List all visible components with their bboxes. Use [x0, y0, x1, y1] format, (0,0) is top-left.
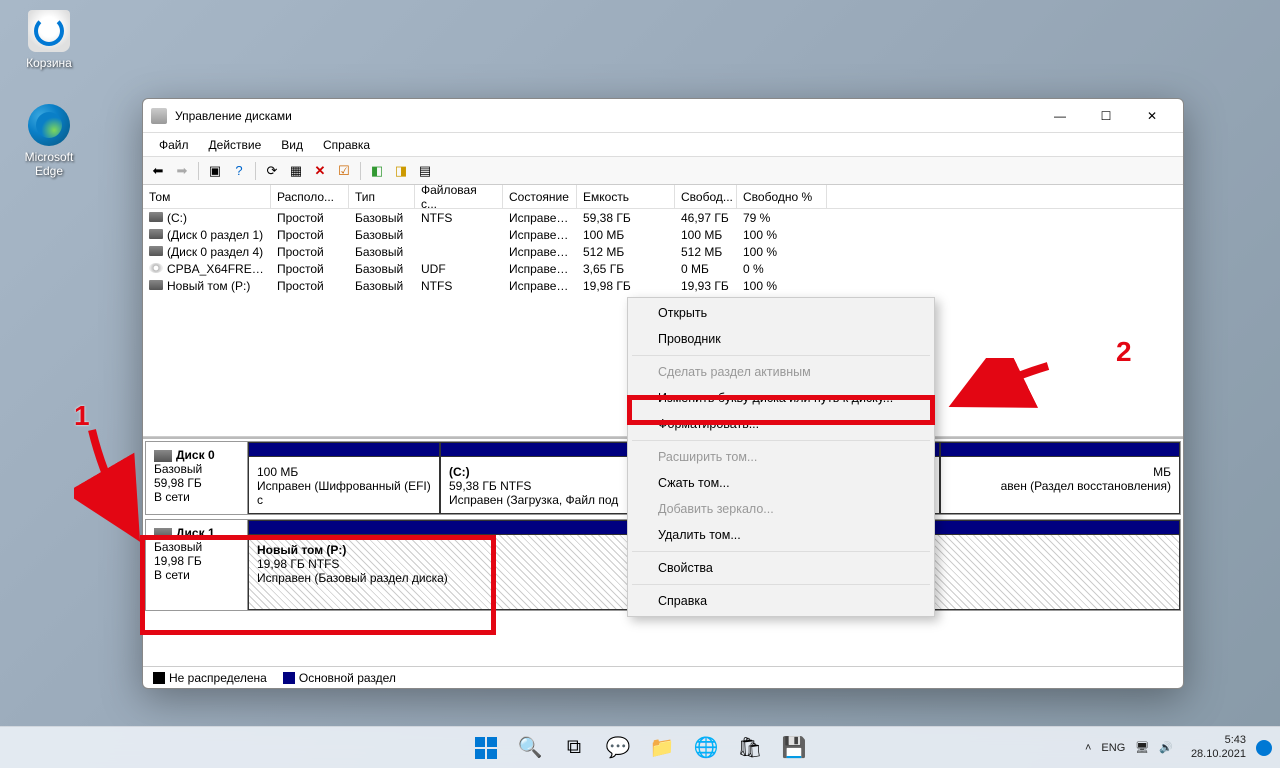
legend: Не распределена Основной раздел	[143, 666, 1183, 688]
col-capacity[interactable]: Емкость	[577, 185, 675, 208]
tool-b-button[interactable]: ◨	[390, 160, 412, 182]
disk-icon	[154, 528, 172, 540]
clock[interactable]: 5:43 28.10.2021	[1191, 734, 1246, 762]
menu-view[interactable]: Вид	[271, 134, 313, 156]
menu-help[interactable]: Справка	[313, 134, 380, 156]
toolbar: ⬅ ➡ ▣ ? ⟳ ▦ ✕ ☑ ◧ ◨ ▤	[143, 157, 1183, 185]
desktop-recycle-bin[interactable]: Корзина	[14, 10, 84, 70]
disk0-partition-1[interactable]: 100 МБИсправен (Шифрованный (EFI) с	[248, 442, 440, 514]
annotation-1: 1	[74, 400, 90, 432]
ctx-make-active: Сделать раздел активным	[630, 359, 932, 385]
edge-icon	[28, 104, 70, 146]
help-button[interactable]: ?	[228, 160, 250, 182]
volume-context-menu: Открыть Проводник Сделать раздел активны…	[627, 297, 935, 617]
window-title: Управление дисками	[175, 109, 292, 123]
start-button[interactable]	[467, 729, 505, 767]
recycle-bin-icon	[28, 10, 70, 52]
maximize-button[interactable]: ☐	[1083, 101, 1129, 131]
ctx-change-letter[interactable]: Изменить букву диска или путь к диску...	[630, 385, 932, 411]
col-filesystem[interactable]: Файловая с...	[415, 185, 503, 208]
tool-c-button[interactable]: ▤	[414, 160, 436, 182]
col-volume[interactable]: Том	[143, 185, 271, 208]
ctx-shrink[interactable]: Сжать том...	[630, 470, 932, 496]
table-row[interactable]: (Диск 0 раздел 4)ПростойБазовыйИсправен.…	[143, 243, 1183, 260]
desktop-edge[interactable]: Microsoft Edge	[14, 104, 84, 178]
col-layout[interactable]: Располо...	[271, 185, 349, 208]
ctx-help[interactable]: Справка	[630, 588, 932, 614]
ctx-delete[interactable]: Удалить том...	[630, 522, 932, 548]
ctx-explorer[interactable]: Проводник	[630, 326, 932, 352]
close-button[interactable]: ✕	[1129, 101, 1175, 131]
delete-button[interactable]: ✕	[309, 160, 331, 182]
tray-language[interactable]: ENG	[1101, 742, 1125, 754]
forward-button[interactable]: ➡	[171, 160, 193, 182]
network-icon[interactable]: 🖥	[1135, 741, 1149, 754]
back-button[interactable]: ⬅	[147, 160, 169, 182]
disk-mgmt-button[interactable]: 💾	[775, 729, 813, 767]
edge-button[interactable]: 🌐	[687, 729, 725, 767]
legend-primary-swatch	[283, 672, 295, 684]
minimize-button[interactable]: —	[1037, 101, 1083, 131]
col-status[interactable]: Состояние	[503, 185, 577, 208]
legend-unallocated-swatch	[153, 672, 165, 684]
disk-icon	[154, 450, 172, 462]
ctx-properties[interactable]: Свойства	[630, 555, 932, 581]
titlebar[interactable]: Управление дисками — ☐ ✕	[143, 99, 1183, 133]
table-row[interactable]: Новый том (P:)ПростойБазовыйNTFSИсправен…	[143, 277, 1183, 294]
col-type[interactable]: Тип	[349, 185, 415, 208]
volume-icon[interactable]: 🔊	[1159, 741, 1173, 754]
refresh-button[interactable]: ⟳	[261, 160, 283, 182]
col-pct[interactable]: Свободно %	[737, 185, 827, 208]
col-free[interactable]: Свобод...	[675, 185, 737, 208]
menubar: Файл Действие Вид Справка	[143, 133, 1183, 157]
system-tray[interactable]: ˄ ENG 🖥 🔊 5:43 28.10.2021	[1085, 734, 1272, 762]
disk0-partition-recovery[interactable]: МБавен (Раздел восстановления)	[940, 442, 1180, 514]
table-row[interactable]: (Диск 0 раздел 1)ПростойБазовыйИсправен.…	[143, 226, 1183, 243]
check-button[interactable]: ☑	[333, 160, 355, 182]
store-button[interactable]: 🛍	[731, 729, 769, 767]
annotation-2: 2	[1116, 336, 1132, 368]
explorer-button[interactable]: 📁	[643, 729, 681, 767]
taskbar: 🔍 ⧉ 💬 📁 🌐 🛍 💾 ˄ ENG 🖥 🔊 5:43 28.10.2021	[0, 726, 1280, 768]
app-icon	[151, 108, 167, 124]
search-button[interactable]: 🔍	[511, 729, 549, 767]
ctx-mirror: Добавить зеркало...	[630, 496, 932, 522]
ctx-extend: Расширить том...	[630, 444, 932, 470]
tray-chevron-icon[interactable]: ˄	[1085, 742, 1091, 754]
chat-button[interactable]: 💬	[599, 729, 637, 767]
notification-badge-icon[interactable]	[1256, 740, 1272, 756]
menu-file[interactable]: Файл	[149, 134, 199, 156]
table-row[interactable]: CPBA_X64FRE_RU-...ПростойБазовыйUDFИспра…	[143, 260, 1183, 277]
ctx-open[interactable]: Открыть	[630, 300, 932, 326]
ctx-format[interactable]: Форматировать...	[630, 411, 932, 437]
task-view-button[interactable]: ⧉	[555, 729, 593, 767]
show-hide-button[interactable]: ▣	[204, 160, 226, 182]
settings-button[interactable]: ▦	[285, 160, 307, 182]
tool-a-button[interactable]: ◧	[366, 160, 388, 182]
menu-action[interactable]: Действие	[199, 134, 272, 156]
recycle-bin-label: Корзина	[14, 56, 84, 70]
table-row[interactable]: (C:)ПростойБазовыйNTFSИсправен...59,38 Г…	[143, 209, 1183, 226]
edge-label: Microsoft Edge	[14, 150, 84, 178]
